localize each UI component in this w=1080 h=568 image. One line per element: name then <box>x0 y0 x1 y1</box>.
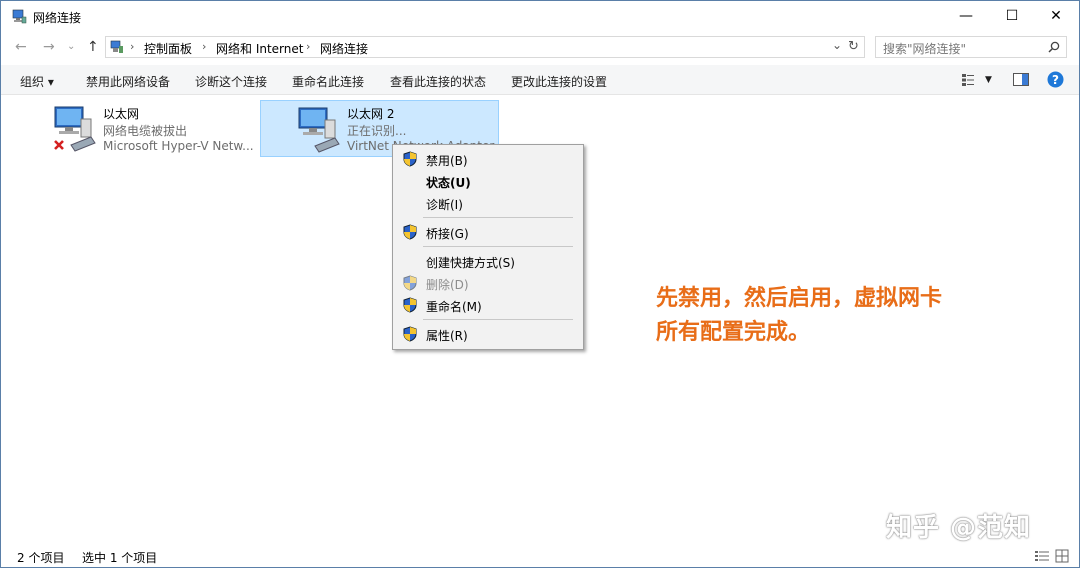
recent-locations-button[interactable]: ⌄ <box>67 41 75 52</box>
breadcrumb-control-panel[interactable]: 控制面板 <box>144 40 192 57</box>
forward-button[interactable]: → <box>43 39 55 55</box>
menu-item-create-shortcut[interactable]: 创建快捷方式(S) <box>393 250 583 272</box>
view-options-icon[interactable] <box>961 73 975 87</box>
view-dropdown-icon[interactable]: ▼ <box>985 75 992 85</box>
item-status: 网络电缆被拔出 <box>103 124 188 138</box>
annotation-line-2: 所有配置完成。 <box>656 320 811 345</box>
uac-shield-icon <box>403 151 417 167</box>
maximize-button[interactable]: ☐ <box>989 1 1035 31</box>
command-bar: 组织 ▾ 禁用此网络设备 诊断这个连接 重命名此连接 查看此连接的状态 更改此连… <box>1 65 1079 95</box>
control-panel-icon <box>110 40 123 53</box>
change-settings-button[interactable]: 更改此连接的设置 <box>511 73 607 90</box>
preview-pane-icon[interactable] <box>1013 73 1029 86</box>
menu-item-label: 创建快捷方式(S) <box>426 256 515 270</box>
network-item-ethernet[interactable]: 以太网 网络电缆被拔出 Microsoft Hyper-V Netw... <box>53 101 257 157</box>
breadcrumb-separator-icon: › <box>130 40 135 53</box>
menu-item-status[interactable]: 状态(U) <box>393 170 583 192</box>
menu-item-bridge[interactable]: 桥接(G) <box>393 221 583 243</box>
uac-shield-icon <box>403 224 417 240</box>
menu-item-label: 重命名(M) <box>426 300 482 314</box>
item-name: 以太网 2 <box>347 107 395 121</box>
item-status: 正在识别... <box>347 124 407 138</box>
menu-item-rename[interactable]: 重命名(M) <box>393 294 583 316</box>
search-box[interactable]: 搜索"网络连接" <box>875 36 1067 58</box>
menu-item-diagnose[interactable]: 诊断(I) <box>393 192 583 214</box>
breadcrumb-separator-icon: › <box>202 40 207 53</box>
menu-separator <box>423 246 573 247</box>
item-count: 2 个项目 <box>17 551 65 565</box>
search-icon[interactable] <box>1048 41 1060 53</box>
explorer-window: 网络连接 — ☐ ✕ ← → ⌄ ↑ › 控制面板 › 网络和 Internet… <box>0 0 1080 568</box>
selected-count: 选中 1 个项目 <box>82 551 158 565</box>
menu-item-label: 状态(U) <box>426 176 471 190</box>
menu-item-label: 桥接(G) <box>426 227 469 241</box>
uac-shield-icon <box>403 275 417 291</box>
window-title: 网络连接 <box>33 11 82 25</box>
uac-shield-icon <box>403 326 417 342</box>
diagnose-button[interactable]: 诊断这个连接 <box>195 73 267 90</box>
breadcrumb-separator-icon: › <box>306 40 311 53</box>
breadcrumb-network-connections[interactable]: 网络连接 <box>320 40 368 57</box>
menu-item-label: 删除(D) <box>426 278 469 292</box>
large-icons-view-icon[interactable] <box>1055 549 1069 563</box>
organize-menu[interactable]: 组织 ▾ <box>20 73 54 90</box>
status-bar: 2 个项目 选中 1 个项目 <box>1 545 1079 567</box>
search-input[interactable]: 搜索"网络连接" <box>883 40 966 57</box>
close-button[interactable]: ✕ <box>1033 1 1079 31</box>
help-icon[interactable]: ? <box>1047 71 1064 88</box>
refresh-icon[interactable]: ↻ <box>848 39 859 54</box>
network-adapter-icon <box>298 107 340 153</box>
context-menu: 禁用(B) 状态(U) 诊断(I) 桥接(G) 创建快捷方式(S) 删除(D) … <box>392 144 584 350</box>
watermark: 知乎 @范知 <box>886 513 1032 543</box>
navigation-bar: ← → ⌄ ↑ › 控制面板 › 网络和 Internet › 网络连接 ⌄ ↻… <box>1 35 1079 59</box>
svg-text:?: ? <box>1052 73 1059 87</box>
uac-shield-icon <box>403 297 417 313</box>
minimize-button[interactable]: — <box>943 1 989 31</box>
menu-item-disable[interactable]: 禁用(B) <box>393 148 583 170</box>
item-device: Microsoft Hyper-V Netw... <box>103 139 254 153</box>
menu-item-delete: 删除(D) <box>393 272 583 294</box>
item-name: 以太网 <box>103 107 140 121</box>
network-connections-icon <box>12 9 27 24</box>
menu-item-label: 诊断(I) <box>426 198 463 212</box>
network-adapter-disconnected-icon <box>54 106 96 152</box>
disable-device-button[interactable]: 禁用此网络设备 <box>86 73 170 90</box>
address-dropdown-icon[interactable]: ⌄ <box>832 38 842 52</box>
menu-item-label: 属性(R) <box>426 329 468 343</box>
title-bar: 网络连接 — ☐ ✕ <box>1 1 1079 33</box>
up-button[interactable]: ↑ <box>87 39 99 55</box>
annotation-text: 先禁用，然后启用，虚拟网卡 所有配置完成。 <box>656 282 942 350</box>
address-bar[interactable]: › 控制面板 › 网络和 Internet › 网络连接 ⌄ ↻ <box>105 36 865 58</box>
rename-button[interactable]: 重命名此连接 <box>292 73 364 90</box>
back-button[interactable]: ← <box>15 39 27 55</box>
details-view-icon[interactable] <box>1035 550 1049 562</box>
annotation-line-1: 先禁用，然后启用，虚拟网卡 <box>656 286 943 311</box>
menu-item-label: 禁用(B) <box>426 154 468 168</box>
view-status-button[interactable]: 查看此连接的状态 <box>390 73 486 90</box>
menu-item-properties[interactable]: 属性(R) <box>393 323 583 345</box>
menu-separator <box>423 319 573 320</box>
breadcrumb-network-internet[interactable]: 网络和 Internet <box>216 40 303 57</box>
menu-separator <box>423 217 573 218</box>
